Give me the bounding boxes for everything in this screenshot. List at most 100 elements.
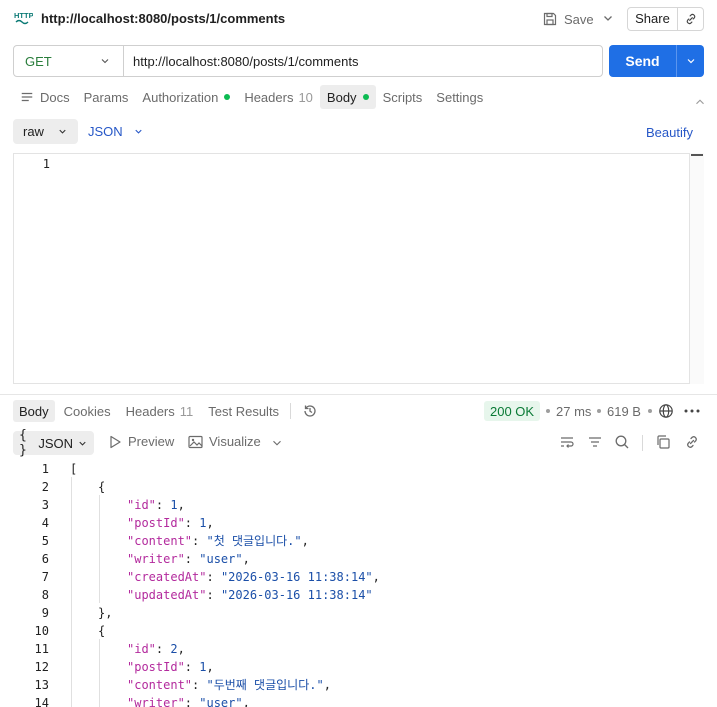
json-value: "user" <box>199 552 243 566</box>
chevron-up-icon[interactable] <box>693 95 707 109</box>
response-size[interactable]: 619 B <box>607 404 641 419</box>
line-number: 13 <box>34 678 49 692</box>
save-options-chevron-icon[interactable] <box>600 10 616 26</box>
braces-icon: { } <box>19 428 27 458</box>
tab-scripts[interactable]: Scripts <box>376 85 430 109</box>
scrollbar-thumb[interactable] <box>691 154 703 156</box>
filter-icon[interactable] <box>587 434 603 450</box>
chevron-down-icon <box>57 126 68 137</box>
url-input[interactable]: http://localhost:8080/posts/1/comments <box>124 46 602 76</box>
globe-icon[interactable] <box>658 403 674 419</box>
tab-label: Authorization <box>142 89 219 105</box>
preview-button[interactable]: Preview <box>109 434 174 449</box>
response-code-viewer[interactable]: 1[ 2{ 3 "id": 1, 4 "postId": 1, 5 "content"… <box>0 460 717 707</box>
line-number: 9 <box>41 606 49 620</box>
json-key: "writer" <box>127 696 185 707</box>
indent-guide <box>99 495 100 603</box>
meta-separator-dot <box>546 409 550 413</box>
json-value: "첫 댓글입니다." <box>206 534 302 548</box>
send-button[interactable]: Send <box>609 45 677 77</box>
tab-label: Docs <box>40 89 70 105</box>
copy-icon[interactable] <box>655 434 671 450</box>
chevron-down-icon <box>133 126 144 137</box>
method-select[interactable]: GET <box>14 46 124 76</box>
code-text: { <box>98 480 106 494</box>
body-mode-label: raw <box>23 124 44 139</box>
json-value: 2 <box>170 642 178 656</box>
json-key: "postId" <box>127 660 185 674</box>
json-key: "content" <box>127 534 193 548</box>
tab-body[interactable]: Body <box>319 85 376 109</box>
pane-divider[interactable] <box>0 394 717 395</box>
chevron-down-icon[interactable] <box>270 436 284 450</box>
tab-label: Test Results <box>208 403 280 419</box>
json-value: 1 <box>199 516 207 530</box>
share-button[interactable]: Share <box>628 8 678 30</box>
more-options-icon[interactable] <box>684 409 700 413</box>
json-value: 1 <box>199 660 207 674</box>
line-number: 6 <box>41 552 49 566</box>
tab-label: Body <box>19 403 49 419</box>
json-value: "두번째 댓글입니다." <box>206 678 324 692</box>
tab-authorization[interactable]: Authorization <box>135 85 237 109</box>
tab-label: Scripts <box>382 89 423 105</box>
tab-response-headers[interactable]: Headers 11 <box>120 400 200 422</box>
body-format-select[interactable]: JSON <box>88 119 144 144</box>
docs-icon <box>20 90 34 104</box>
tab-label: Cookies <box>63 403 111 419</box>
line-number: 5 <box>41 534 49 548</box>
response-format-label: JSON <box>38 435 73 451</box>
save-button[interactable]: Save <box>542 8 594 30</box>
request-body-editor[interactable] <box>13 153 704 384</box>
json-value: "2026-03-16 11:38:14" <box>220 588 373 602</box>
line-number: 4 <box>41 516 49 530</box>
line-number: 8 <box>41 588 49 602</box>
code-text: [ <box>70 462 78 476</box>
play-icon <box>109 435 122 449</box>
indent-guide <box>99 639 100 707</box>
json-key: "id" <box>127 642 156 656</box>
line-number: 14 <box>34 696 49 707</box>
send-group: Send <box>609 45 704 77</box>
http-request-icon: HTTP <box>13 9 33 29</box>
editor-scrollbar[interactable] <box>689 153 704 384</box>
tab-params[interactable]: Params <box>77 85 136 109</box>
tab-headers[interactable]: Headers 10 <box>237 85 320 109</box>
toolbar-divider <box>290 403 291 419</box>
status-badge[interactable]: 200 OK <box>484 401 541 421</box>
line-number: 1 <box>41 462 49 476</box>
image-icon <box>188 435 203 449</box>
wrap-lines-icon[interactable] <box>559 434 575 450</box>
response-format-select[interactable]: { } JSON <box>13 428 94 458</box>
search-icon[interactable] <box>614 434 630 450</box>
line-number: 12 <box>34 660 49 674</box>
toolbar-divider <box>642 435 643 451</box>
line-number: 10 <box>34 624 49 638</box>
method-label: GET <box>25 53 52 69</box>
tab-docs[interactable]: Docs <box>13 85 77 109</box>
request-tabs: Docs Params Authorization Headers 10 Body… <box>13 85 490 109</box>
body-mode-select[interactable]: raw <box>13 119 78 144</box>
tab-test-results[interactable]: Test Results <box>202 400 285 422</box>
copy-link-icon[interactable] <box>678 12 703 26</box>
response-time[interactable]: 27 ms <box>556 404 591 419</box>
line-number: 7 <box>41 570 49 584</box>
link-icon[interactable] <box>684 434 700 450</box>
tab-settings[interactable]: Settings <box>429 85 490 109</box>
json-value: "user" <box>199 696 243 707</box>
send-options-chevron-icon[interactable] <box>677 45 704 77</box>
beautify-button[interactable]: Beautify <box>646 125 693 140</box>
tab-label: Body <box>326 89 357 105</box>
tab-response-body[interactable]: Body <box>13 400 55 422</box>
tab-cookies[interactable]: Cookies <box>58 400 117 422</box>
json-key: "updatedAt" <box>127 588 207 602</box>
active-indicator-dot <box>224 94 231 100</box>
tab-label: Settings <box>436 89 484 105</box>
code-text: }, <box>98 606 113 620</box>
tab-label: Headers <box>244 89 294 105</box>
tab-count: 11 <box>179 403 194 419</box>
history-icon[interactable] <box>302 403 318 419</box>
visualize-button[interactable]: Visualize <box>188 434 261 449</box>
request-title[interactable]: http://localhost:8080/posts/1/comments <box>41 11 285 26</box>
preview-label: Preview <box>128 434 175 449</box>
